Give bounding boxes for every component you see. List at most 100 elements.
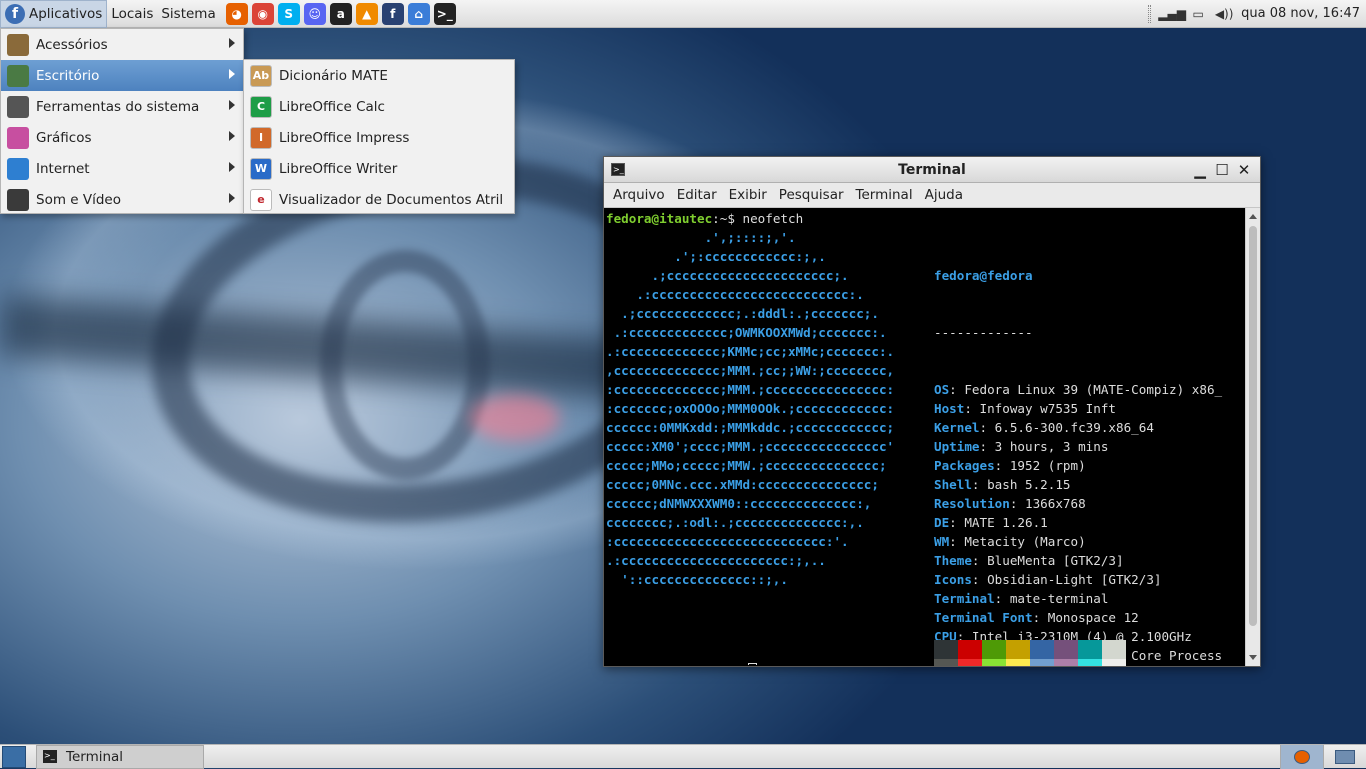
- info-row: Kernel: 6.5.6-300.fc39.x86_64: [934, 418, 1222, 437]
- discord-icon[interactable]: ☺: [303, 2, 326, 25]
- minimize-button[interactable]: ▁: [1192, 161, 1208, 179]
- terminal-output[interactable]: fedora@itautec:~$ neofetch .',;::::;,'. …: [604, 208, 1246, 666]
- show-desktop-button[interactable]: [2, 745, 26, 768]
- volume-icon[interactable]: ◀)): [1215, 6, 1234, 22]
- applications-menu[interactable]: f Aplicativos: [0, 0, 108, 28]
- color-swatch: [1006, 659, 1030, 666]
- clock[interactable]: qua 08 nov, 16:47: [1241, 6, 1360, 21]
- battery-icon[interactable]: ▭: [1189, 6, 1207, 22]
- ascii-line: .;ccccccccccccc;.:dddl:.;ccccccc;.: [606, 306, 879, 321]
- scroll-down-arrow-icon[interactable]: [1249, 655, 1257, 660]
- ascii-line: '::cccccccccccccc::;,.: [606, 572, 788, 587]
- info-colon: :: [1032, 610, 1048, 625]
- info-label: Kernel: [934, 420, 980, 435]
- scroll-thumb[interactable]: [1249, 226, 1257, 626]
- menu-item-office[interactable]: Escritório: [1, 60, 243, 91]
- terminal-menu-pesquisar[interactable]: Pesquisar: [773, 187, 850, 203]
- color-swatch: [1054, 640, 1078, 659]
- menu-item-system-tools[interactable]: Ferramentas do sistema: [1, 91, 243, 122]
- color-swatch: [958, 659, 982, 666]
- prompt-path: :~$: [712, 211, 743, 226]
- submenu-item-label: LibreOffice Impress: [279, 129, 410, 146]
- terminal-scrollbar[interactable]: [1245, 208, 1260, 666]
- info-value: Obsidian-Light [GTK2/3]: [987, 572, 1162, 587]
- submenu-item-label: Visualizador de Documentos Atril: [279, 191, 504, 208]
- audacious-icon[interactable]: a: [329, 2, 352, 25]
- sound-video-icon: [7, 188, 29, 211]
- info-label: Packages: [934, 458, 995, 473]
- color-swatch: [1030, 659, 1054, 666]
- maximize-button[interactable]: ☐: [1214, 161, 1230, 179]
- firefox-icon[interactable]: ◕: [225, 2, 248, 25]
- info-colon: :: [994, 591, 1010, 606]
- info-value: Metacity (Marco): [964, 534, 1086, 549]
- menu-item-internet[interactable]: Internet: [1, 153, 243, 184]
- submenu-item-dictionary[interactable]: Ab Dicionário MATE: [244, 60, 514, 91]
- ascii-line: ccccc;MMo;ccccc;MMW.;ccccccccccccccc;: [606, 458, 887, 473]
- submenu-item-label: LibreOffice Calc: [279, 98, 385, 115]
- terminal-titlebar[interactable]: >_ Terminal ▁ ☐ ✕: [604, 157, 1260, 183]
- submenu-item-libreoffice-writer[interactable]: W LibreOffice Writer: [244, 153, 514, 184]
- info-colon: :: [964, 401, 980, 416]
- info-row: WM: Metacity (Marco): [934, 532, 1222, 551]
- places-menu[interactable]: Locais: [107, 0, 157, 28]
- info-value: Fedora Linux 39 (MATE-Compiz) x86_: [964, 382, 1223, 397]
- taskbar-item-label: Terminal: [66, 748, 124, 765]
- workspace-switcher: [1280, 744, 1366, 769]
- wallpaper-highlight: [470, 395, 560, 441]
- system-menu[interactable]: Sistema: [157, 0, 219, 28]
- terminal-menu-arquivo[interactable]: Arquivo: [607, 187, 671, 203]
- info-colon: :: [979, 420, 995, 435]
- color-swatch: [934, 659, 958, 666]
- menu-item-graphics[interactable]: Gráficos: [1, 122, 243, 153]
- terminal-menu-terminal[interactable]: Terminal: [850, 187, 919, 203]
- info-label: Terminal: [934, 591, 995, 606]
- office-icon: [7, 64, 29, 87]
- info-label: WM: [934, 534, 950, 549]
- menu-item-accessories[interactable]: Acessórios: [1, 29, 243, 60]
- workspace-1[interactable]: [1280, 744, 1323, 769]
- chrome-icon[interactable]: ◉: [251, 2, 274, 25]
- terminal-window[interactable]: >_ Terminal ▁ ☐ ✕ Arquivo Editar Exibir Pes…: [603, 156, 1261, 667]
- fedora-media-writer-icon[interactable]: f: [381, 2, 404, 25]
- terminal-icon: >_: [43, 750, 57, 763]
- scroll-up-arrow-icon[interactable]: [1249, 214, 1257, 219]
- close-button[interactable]: ✕: [1236, 161, 1252, 179]
- ascii-line: cccccc:0MMKxdd:;MMMkddc.;cccccccccccc;: [606, 420, 895, 435]
- info-colon: :: [1009, 496, 1025, 511]
- color-swatch: [1102, 640, 1126, 659]
- info-colon: :: [979, 439, 995, 454]
- menu-item-sound-video[interactable]: Som e Vídeo: [1, 184, 243, 215]
- menu-item-label: Acessórios: [36, 36, 108, 53]
- info-row: Theme: BlueMenta [GTK2/3]: [934, 551, 1222, 570]
- terminal-menu-exibir[interactable]: Exibir: [723, 187, 773, 203]
- terminal-menu-ajuda[interactable]: Ajuda: [919, 187, 969, 203]
- workspace-2[interactable]: [1323, 744, 1366, 769]
- terminal-menu-editar[interactable]: Editar: [671, 187, 723, 203]
- terminal-launcher-icon[interactable]: >_: [433, 2, 456, 25]
- ascii-line: cccccc;dNMWXXXWM0::cccccccccccccc:,: [606, 496, 872, 511]
- libreoffice-impress-icon: I: [250, 126, 272, 149]
- info-row: Packages: 1952 (rpm): [934, 456, 1222, 475]
- tray-handle[interactable]: [1148, 4, 1152, 23]
- system-info: fedora@fedora ------------- OS: Fedora L…: [934, 228, 1222, 666]
- color-swatch: [958, 640, 982, 659]
- taskbar-item-terminal[interactable]: >_ Terminal: [36, 744, 204, 769]
- submenu-item-atril[interactable]: e Visualizador de Documentos Atril: [244, 184, 514, 215]
- skype-icon[interactable]: S: [277, 2, 300, 25]
- ascii-line: :ccccccc;oxOOOo;MMM0OOk.;cccccccccccc:: [606, 401, 895, 416]
- info-colon: :: [971, 553, 988, 568]
- submenu-arrow-icon: [229, 38, 235, 48]
- submenu-item-libreoffice-impress[interactable]: I LibreOffice Impress: [244, 122, 514, 153]
- submenu-arrow-icon: [229, 69, 235, 79]
- info-value: 1952 (rpm): [1009, 458, 1086, 473]
- home-folder-icon[interactable]: ⌂: [407, 2, 430, 25]
- terminal-icon: >_: [611, 163, 625, 176]
- network-signal-icon[interactable]: ▂▄▆: [1158, 6, 1186, 22]
- vlc-icon[interactable]: ▲: [355, 2, 378, 25]
- prompt-user: fedora@itautec: [606, 211, 713, 226]
- submenu-item-libreoffice-calc[interactable]: C LibreOffice Calc: [244, 91, 514, 122]
- places-menu-label: Locais: [111, 5, 154, 22]
- color-swatch: [982, 659, 1006, 666]
- menu-item-label: Internet: [36, 160, 90, 177]
